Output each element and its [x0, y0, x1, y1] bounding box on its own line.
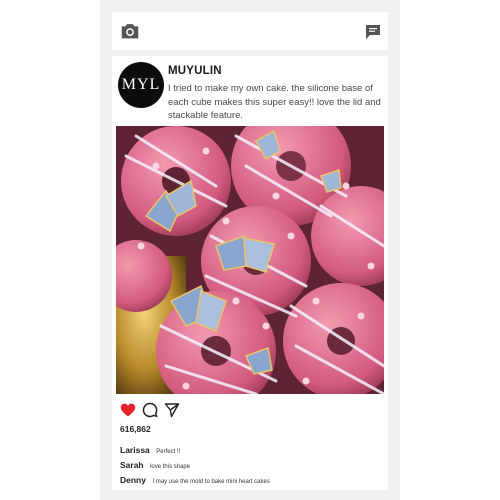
camera-icon[interactable]: [119, 20, 141, 42]
post-photo[interactable]: [116, 126, 384, 394]
share-icon[interactable]: [164, 402, 180, 418]
top-bar: [112, 12, 388, 50]
post-username[interactable]: MUYULIN: [168, 65, 222, 77]
heart-icon[interactable]: [120, 402, 136, 418]
comment-user[interactable]: Sarah: [120, 460, 144, 470]
comment-user[interactable]: Denny: [120, 475, 146, 485]
post-frame: MYL MUYULIN I tried to make my own cake.…: [100, 0, 400, 500]
post-actions: [120, 402, 240, 418]
comment-user[interactable]: Larissa: [120, 445, 150, 455]
avatar-initials: MYL: [121, 76, 161, 93]
post-caption: I tried to make my own cake. the silicon…: [168, 83, 381, 121]
like-count: 616,862: [120, 424, 151, 434]
post-card: MYL MUYULIN I tried to make my own cake.…: [112, 56, 388, 490]
comment-text: I may use the mold to bake mini heart ca…: [152, 479, 270, 485]
comment-icon[interactable]: [142, 402, 158, 418]
donut-photo: [116, 126, 384, 394]
comment-row: Denny I may use the mold to bake mini he…: [120, 470, 270, 488]
chat-bubble-icon[interactable]: [365, 24, 381, 40]
avatar[interactable]: MYL: [118, 62, 164, 108]
heart-shape: [120, 403, 136, 417]
